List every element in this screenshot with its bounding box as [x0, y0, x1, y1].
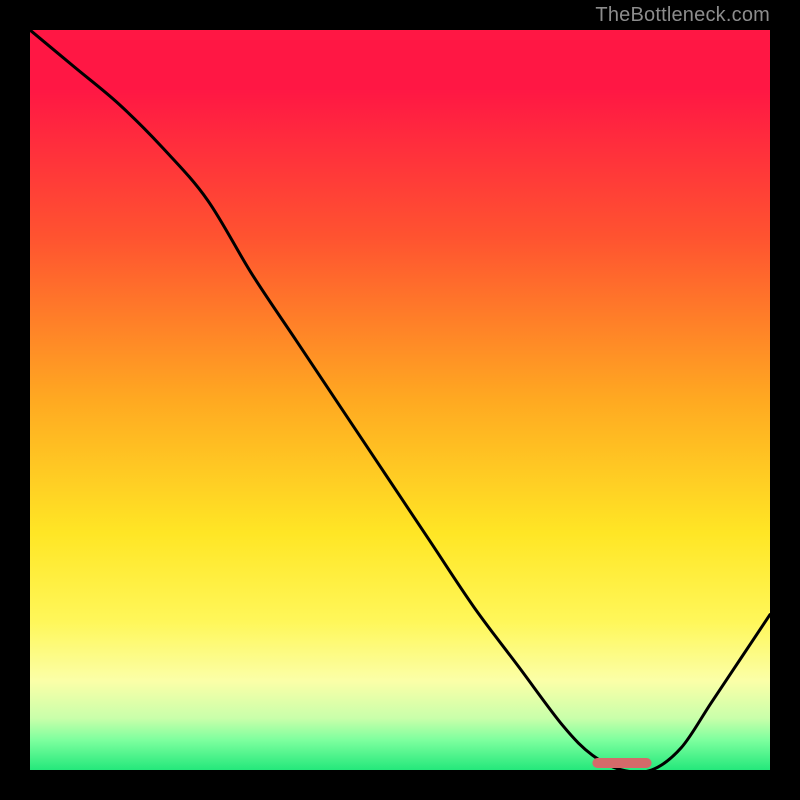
plot-area	[30, 30, 770, 770]
bottleneck-curve	[30, 30, 770, 770]
watermark-text: TheBottleneck.com	[595, 4, 770, 27]
chart-frame: TheBottleneck.com	[0, 0, 800, 800]
curve-layer	[30, 30, 770, 770]
optimal-marker	[592, 758, 651, 768]
